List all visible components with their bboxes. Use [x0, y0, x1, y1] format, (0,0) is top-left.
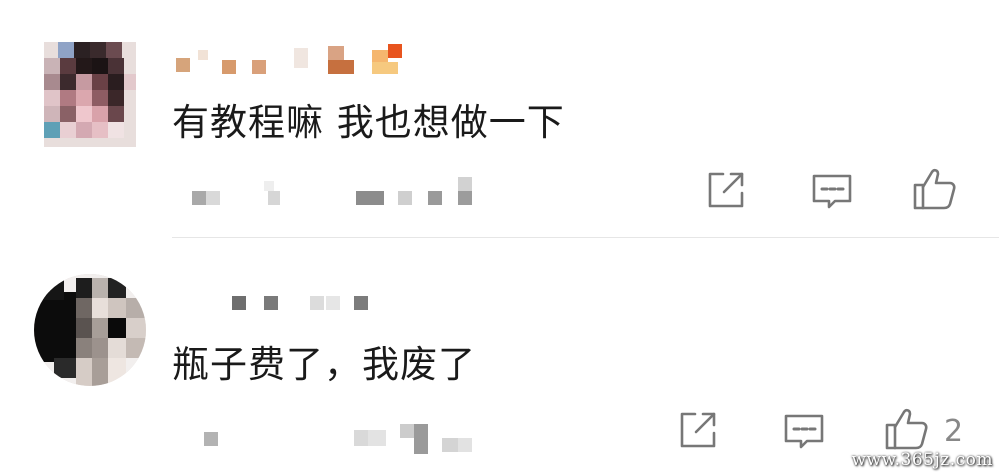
- like-button[interactable]: [912, 166, 956, 210]
- share-button[interactable]: [704, 168, 748, 212]
- share-icon: [708, 172, 744, 208]
- reply-button[interactable]: [810, 170, 854, 214]
- comment-icon: [812, 174, 852, 209]
- thumbs-up-icon: [885, 408, 928, 450]
- comment-icon: [784, 414, 824, 449]
- avatar[interactable]: [44, 42, 136, 147]
- comment-text: 有教程嘛 我也想做一下: [172, 101, 565, 144]
- share-icon: [680, 412, 716, 448]
- like-button[interactable]: [884, 406, 928, 450]
- reply-button[interactable]: [782, 410, 826, 454]
- comment-item-2: 瓶子费了，我废了 2: [0, 238, 999, 474]
- comment-meta-mosaic: [204, 424, 484, 460]
- comment-meta-mosaic: [192, 175, 482, 209]
- avatar[interactable]: [34, 274, 146, 386]
- thumbs-up-icon: [913, 168, 956, 210]
- comment-text: 瓶子费了，我废了: [172, 343, 476, 386]
- comment-item-1: 有教程嘛 我也想做一下: [0, 0, 999, 237]
- username-mosaic[interactable]: [232, 292, 382, 314]
- username-mosaic[interactable]: [176, 44, 416, 76]
- share-button[interactable]: [676, 408, 720, 452]
- like-count: 2: [944, 414, 964, 449]
- watermark: www.365jz.com: [851, 450, 993, 470]
